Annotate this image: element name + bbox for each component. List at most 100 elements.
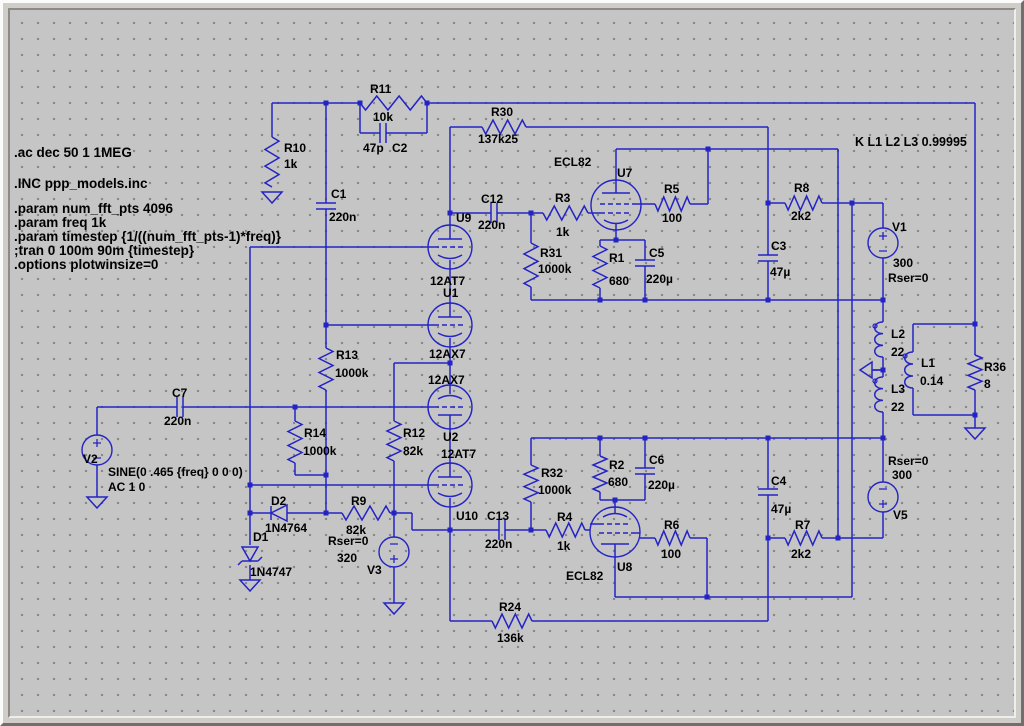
resistor-body[interactable] [288, 421, 302, 463]
resistor-R2[interactable]: R2680 [593, 456, 628, 492]
port-flag-icon[interactable] [860, 362, 883, 378]
capacitor-body[interactable] [380, 123, 386, 143]
resistor-body[interactable] [265, 137, 279, 187]
ground-icon[interactable] [965, 428, 985, 439]
spice-directive[interactable]: ;tran 0 100m 90m {timestep} [14, 243, 195, 258]
resistor-R13[interactable]: R131000k [319, 348, 369, 390]
voltage-source-V3[interactable]: V3Rser=0320 [328, 534, 409, 577]
resistor-R1[interactable]: R1680 [593, 246, 629, 288]
resistor-R7[interactable]: R72k2 [785, 518, 822, 561]
resistor-R24[interactable]: R24136k [492, 600, 532, 645]
voltage-source-V2[interactable]: V2 SINE(0 .465 {freq} 0 0 0)AC 1 0 [82, 435, 243, 494]
resistor-body[interactable] [785, 196, 822, 210]
voltage-source-V5[interactable]: V5Rser=0300 [868, 454, 929, 522]
zener-diode-body[interactable] [238, 547, 262, 565]
resistor-body[interactable] [342, 506, 390, 520]
component-name-label: D1 [253, 530, 269, 544]
tube-triode-U1[interactable]: U112AX7 [428, 286, 472, 361]
component-name-label: C5 [649, 246, 665, 260]
resistor-body[interactable] [546, 523, 585, 537]
resistor-body[interactable] [524, 465, 538, 502]
coupling-directive[interactable]: K L1 L2 L3 0.99995 [855, 135, 967, 149]
component-param-label: SINE(0 .465 {freq} 0 0 0) [108, 465, 243, 479]
resistor-R36[interactable]: R368 [968, 355, 1006, 391]
capacitor-C1[interactable]: C1220n [316, 187, 356, 224]
spice-directive[interactable]: .options plotwinsize=0 [14, 257, 158, 272]
resistor-R30[interactable]: R30137k25 [478, 105, 526, 146]
resistor-body[interactable] [543, 206, 588, 220]
component-name-label: R8 [794, 181, 810, 195]
resistor-body[interactable] [387, 421, 401, 461]
component-value-label: 1k [557, 539, 571, 553]
resistor-body[interactable] [785, 531, 822, 545]
inductor-L2[interactable]: L222 [873, 322, 905, 359]
resistor-body[interactable] [968, 355, 982, 390]
zener-diode-D1[interactable]: D11N4747 [238, 530, 292, 579]
ground-icon[interactable] [262, 192, 282, 203]
resistor-body[interactable] [655, 531, 690, 545]
inductor-L1[interactable]: L10.14 [903, 352, 944, 388]
resistor-body[interactable] [319, 348, 333, 390]
junction-dot [643, 436, 648, 441]
resistor-R31[interactable]: R311000k [524, 243, 572, 287]
component-param-label: Rser=0 [888, 454, 929, 468]
spice-directive[interactable]: .param timestep {1/((num_fft_pts-1)*freq… [14, 229, 282, 244]
resistor-body[interactable] [492, 614, 532, 628]
component-name-label: R10 [284, 141, 306, 155]
resistor-R8[interactable]: R82k2 [785, 181, 822, 223]
tube-pentode-U8[interactable]: U8ECL82 [566, 507, 640, 583]
component-param-label: AC 1 0 [108, 480, 146, 494]
junction-dot [766, 201, 771, 206]
resistor-R14[interactable]: R141000k [288, 421, 337, 463]
polarity-marks[interactable] [879, 489, 887, 508]
resistor-R12[interactable]: R1282k [387, 421, 425, 461]
spice-directive[interactable]: .INC ppp_models.inc [14, 176, 148, 191]
spice-directive[interactable]: .param num_fft_pts 4096 [14, 201, 174, 216]
polarity-marks[interactable] [390, 544, 398, 563]
capacitor-C4[interactable]: C447µ [758, 474, 791, 516]
junction-dot [706, 147, 711, 152]
resistor-body[interactable] [593, 456, 607, 492]
component-value-label: 8 [984, 377, 991, 391]
ground-icon[interactable] [384, 603, 404, 614]
component-name-label: R32 [541, 466, 563, 480]
capacitor-C12[interactable]: C12220n [478, 192, 505, 232]
component-name-label: R14 [304, 426, 326, 440]
capacitor-body[interactable] [758, 489, 778, 495]
resistor-R11[interactable]: R1110k [360, 82, 427, 124]
capacitor-body[interactable] [635, 260, 655, 266]
component-value-label: 1k [284, 157, 298, 171]
diode-D2[interactable]: D21N4764 [265, 494, 307, 535]
resistor-R5[interactable]: R5100 [655, 182, 690, 225]
resistor-R32[interactable]: R321000k [524, 465, 572, 502]
component-value-label: 100 [662, 211, 682, 225]
resistor-R3[interactable]: R31k [543, 191, 588, 239]
ground-icon[interactable] [240, 580, 260, 591]
resistor-body[interactable] [655, 197, 690, 211]
resistor-body[interactable] [360, 96, 427, 110]
resistor-R6[interactable]: R6100 [655, 518, 690, 561]
schematic-canvas[interactable]: R101kR1110kC247pC1220nR30137k25R131000kC… [0, 0, 1024, 726]
polarity-marks[interactable] [879, 232, 887, 251]
ground-icon[interactable] [87, 497, 107, 508]
component-name-label: R2 [609, 458, 625, 472]
capacitor-C3[interactable]: C347µ [758, 239, 790, 279]
capacitor-body[interactable] [316, 203, 336, 209]
resistor-body[interactable] [593, 246, 607, 288]
resistor-R9[interactable]: R982k [342, 494, 390, 537]
spice-directive[interactable]: .ac dec 50 1 1MEG [14, 145, 132, 160]
component-name-label: V2 [83, 452, 98, 466]
resistor-R4[interactable]: R41k [546, 510, 585, 553]
capacitor-body[interactable] [635, 468, 655, 474]
voltage-source-V1[interactable]: V1300Rser=0 [868, 220, 929, 285]
tube-triode-U10[interactable]: U1012AT7 [428, 447, 478, 523]
inductor-L3[interactable]: L322 [873, 377, 905, 414]
resistor-R10[interactable]: R101k [265, 137, 306, 187]
tube-triode-U2[interactable]: U212AX7 [428, 373, 472, 444]
capacitor-C6[interactable]: C6220µ [635, 453, 675, 492]
capacitor-body[interactable] [758, 255, 778, 261]
capacitor-C5[interactable]: C5220µ [635, 246, 673, 286]
spice-directive[interactable]: .param freq 1k [14, 215, 107, 230]
resistor-body[interactable] [524, 243, 538, 287]
capacitor-C2[interactable]: C247p [363, 123, 408, 155]
